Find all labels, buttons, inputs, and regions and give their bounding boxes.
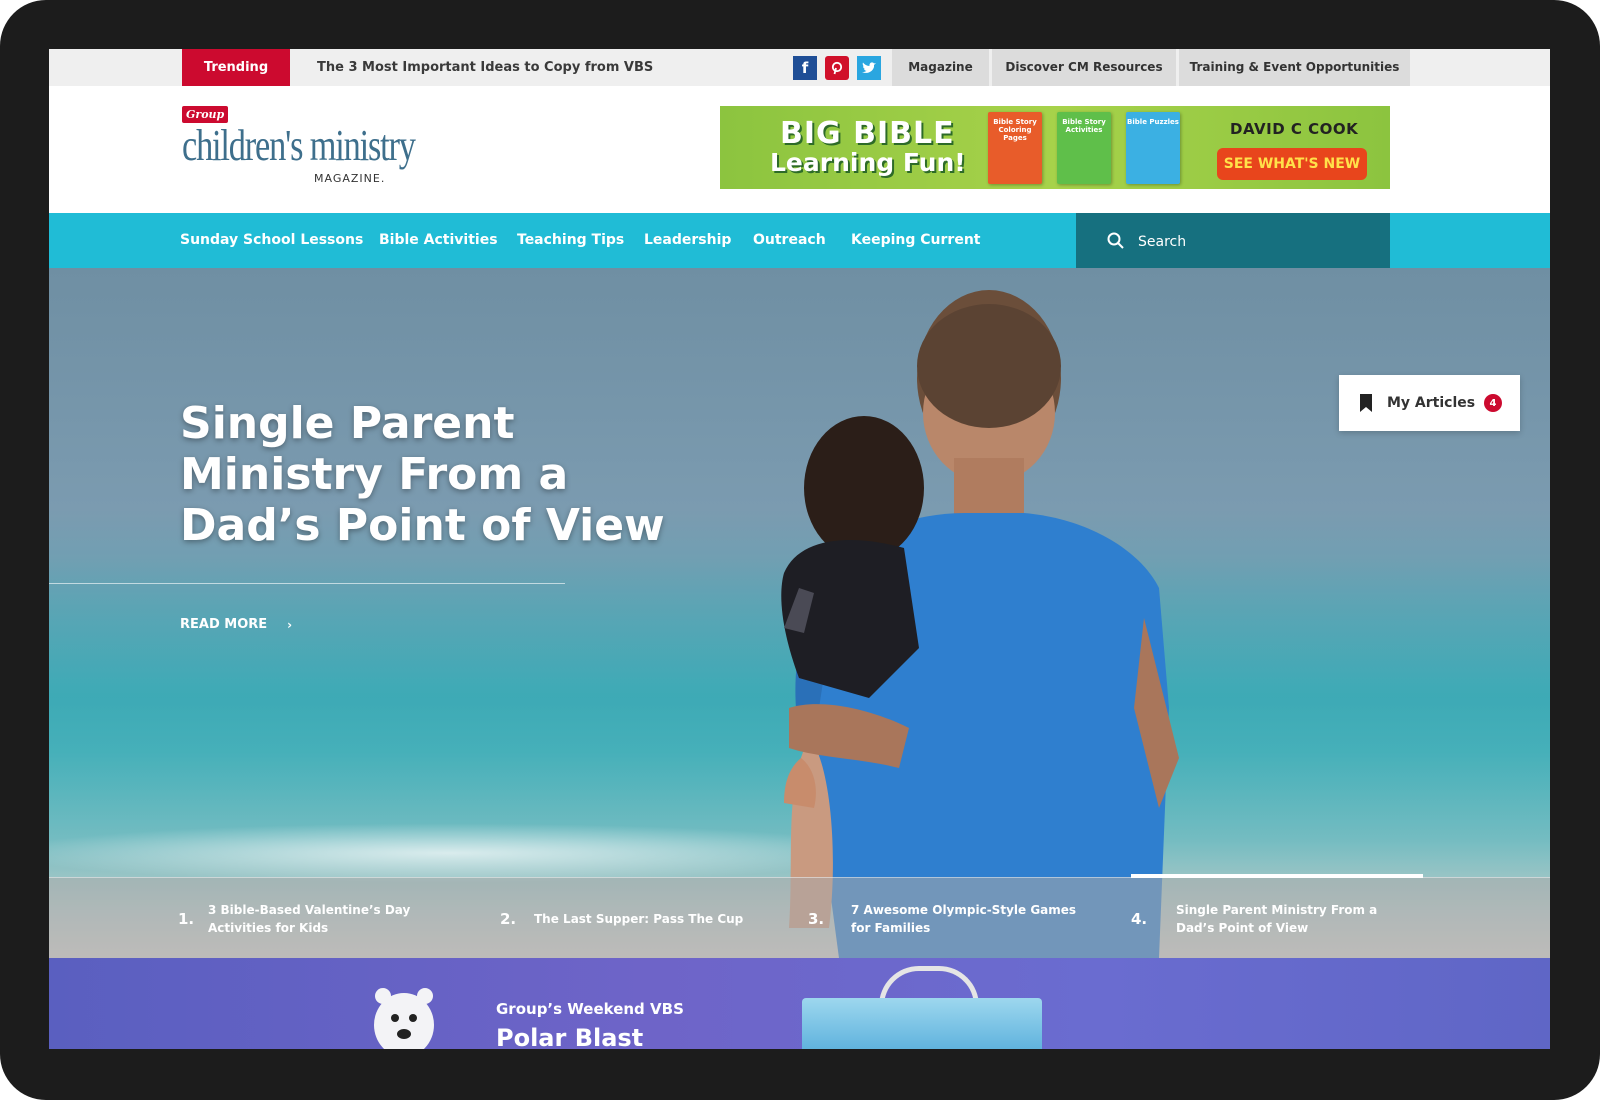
ad-book-cover: Bible Puzzles bbox=[1126, 112, 1180, 184]
hero-slide: Single Parent Ministry From a Dad’s Poin… bbox=[49, 268, 1550, 958]
slide-tab-3[interactable]: 3. 7 Awesome Olympic-Style Games for Fam… bbox=[808, 878, 1108, 959]
search-box bbox=[1076, 213, 1390, 268]
trending-headline-link[interactable]: The 3 Most Important Ideas to Copy from … bbox=[317, 49, 653, 86]
hero-photo-father-child bbox=[781, 290, 1179, 958]
facebook-icon[interactable]: f bbox=[793, 56, 817, 80]
slide-title: The Last Supper: Pass The Cup bbox=[534, 911, 744, 926]
search-input[interactable] bbox=[1136, 223, 1380, 260]
screen: Trending The 3 Most Important Ideas to C… bbox=[49, 49, 1550, 1049]
my-articles-label: My Articles bbox=[1387, 395, 1476, 411]
slide-number: 2. bbox=[500, 909, 517, 928]
read-more-link[interactable]: READ MORE › bbox=[180, 617, 292, 632]
site-logo[interactable]: Group children's ministry MAGAZINE. bbox=[182, 106, 442, 191]
trending-badge[interactable]: Trending bbox=[182, 49, 290, 86]
ad-brand: DAVID C COOK bbox=[1230, 120, 1359, 138]
nav-item-outreach[interactable]: Outreach bbox=[753, 213, 826, 268]
ad-book-cover: Bible Story Activities bbox=[1057, 112, 1111, 184]
read-more-label: READ MORE bbox=[180, 617, 268, 632]
nav-item-sunday-school-lessons[interactable]: Sunday School Lessons bbox=[180, 213, 363, 268]
ad-book-title: Bible Puzzles bbox=[1127, 118, 1179, 126]
logo-wordmark: children's ministry bbox=[182, 121, 416, 170]
ad-banner[interactable]: BIG BIBLE Learning Fun! Bible Story Colo… bbox=[720, 106, 1390, 189]
tablet-frame: Trending The 3 Most Important Ideas to C… bbox=[0, 0, 1600, 1100]
slide-navigation: 1. 3 Bible-Based Valentine’s Day Activit… bbox=[49, 874, 1550, 959]
slide-title: 3 Bible-Based Valentine’s Day Activities… bbox=[208, 902, 411, 935]
site-header: Group children's ministry MAGAZINE. BIG … bbox=[49, 86, 1550, 213]
slide-tab-1[interactable]: 1. 3 Bible-Based Valentine’s Day Activit… bbox=[178, 878, 438, 959]
hero-title[interactable]: Single Parent Ministry From a Dad’s Poin… bbox=[180, 398, 700, 551]
ad-book-title: Bible Story Coloring Pages bbox=[993, 118, 1037, 142]
pinterest-glyph bbox=[831, 61, 843, 75]
slide-title: Single Parent Ministry From a Dad’s Poin… bbox=[1176, 902, 1378, 935]
slide-tab-4[interactable]: 4. Single Parent Ministry From a Dad’s P… bbox=[1131, 878, 1431, 959]
nav-item-keeping-current[interactable]: Keeping Current bbox=[851, 213, 980, 268]
promo-banner[interactable]: Group’s Weekend VBS Polar Blast bbox=[49, 958, 1550, 1049]
slide-number: 4. bbox=[1131, 909, 1148, 928]
twitter-glyph bbox=[862, 62, 876, 73]
promo-title: Polar Blast bbox=[496, 1024, 644, 1049]
promo-eyebrow: Group’s Weekend VBS bbox=[496, 1000, 684, 1018]
main-nav: Sunday School Lessons Bible Activities T… bbox=[49, 213, 1550, 268]
ad-cta-button[interactable]: SEE WHAT'S NEW bbox=[1217, 148, 1367, 180]
slide-number: 1. bbox=[178, 909, 195, 928]
twitter-icon[interactable] bbox=[857, 56, 881, 80]
discover-resources-link[interactable]: Discover CM Resources bbox=[992, 49, 1176, 86]
nav-item-teaching-tips[interactable]: Teaching Tips bbox=[517, 213, 624, 268]
ad-book-title: Bible Story Activities bbox=[1062, 118, 1106, 134]
slide-number: 3. bbox=[808, 909, 825, 928]
hero-divider bbox=[49, 583, 565, 584]
my-articles-button[interactable]: My Articles 4 bbox=[1339, 375, 1520, 431]
magazine-link[interactable]: Magazine bbox=[892, 49, 989, 86]
polar-bear-mascot bbox=[374, 988, 434, 1049]
my-articles-count-badge: 4 bbox=[1484, 394, 1502, 412]
slide-tab-2[interactable]: 2. The Last Supper: Pass The Cup bbox=[500, 878, 760, 959]
slide-title: 7 Awesome Olympic-Style Games for Famili… bbox=[851, 902, 1077, 935]
logo-subtitle: MAGAZINE. bbox=[314, 172, 386, 185]
nav-item-bible-activities[interactable]: Bible Activities bbox=[379, 213, 498, 268]
ad-book-cover: Bible Story Coloring Pages bbox=[988, 112, 1042, 184]
search-icon[interactable] bbox=[1106, 231, 1126, 251]
training-events-link[interactable]: Training & Event Opportunities bbox=[1179, 49, 1410, 86]
nav-item-leadership[interactable]: Leadership bbox=[644, 213, 731, 268]
bookmark-icon bbox=[1360, 394, 1372, 412]
ad-headline: BIG BIBLE bbox=[780, 116, 955, 151]
pinterest-icon[interactable] bbox=[825, 56, 849, 80]
chevron-right-icon: › bbox=[287, 617, 293, 632]
ad-subheadline: Learning Fun! bbox=[770, 148, 966, 177]
top-bar: Trending The 3 Most Important Ideas to C… bbox=[49, 49, 1550, 86]
promo-kit-box bbox=[802, 998, 1042, 1049]
